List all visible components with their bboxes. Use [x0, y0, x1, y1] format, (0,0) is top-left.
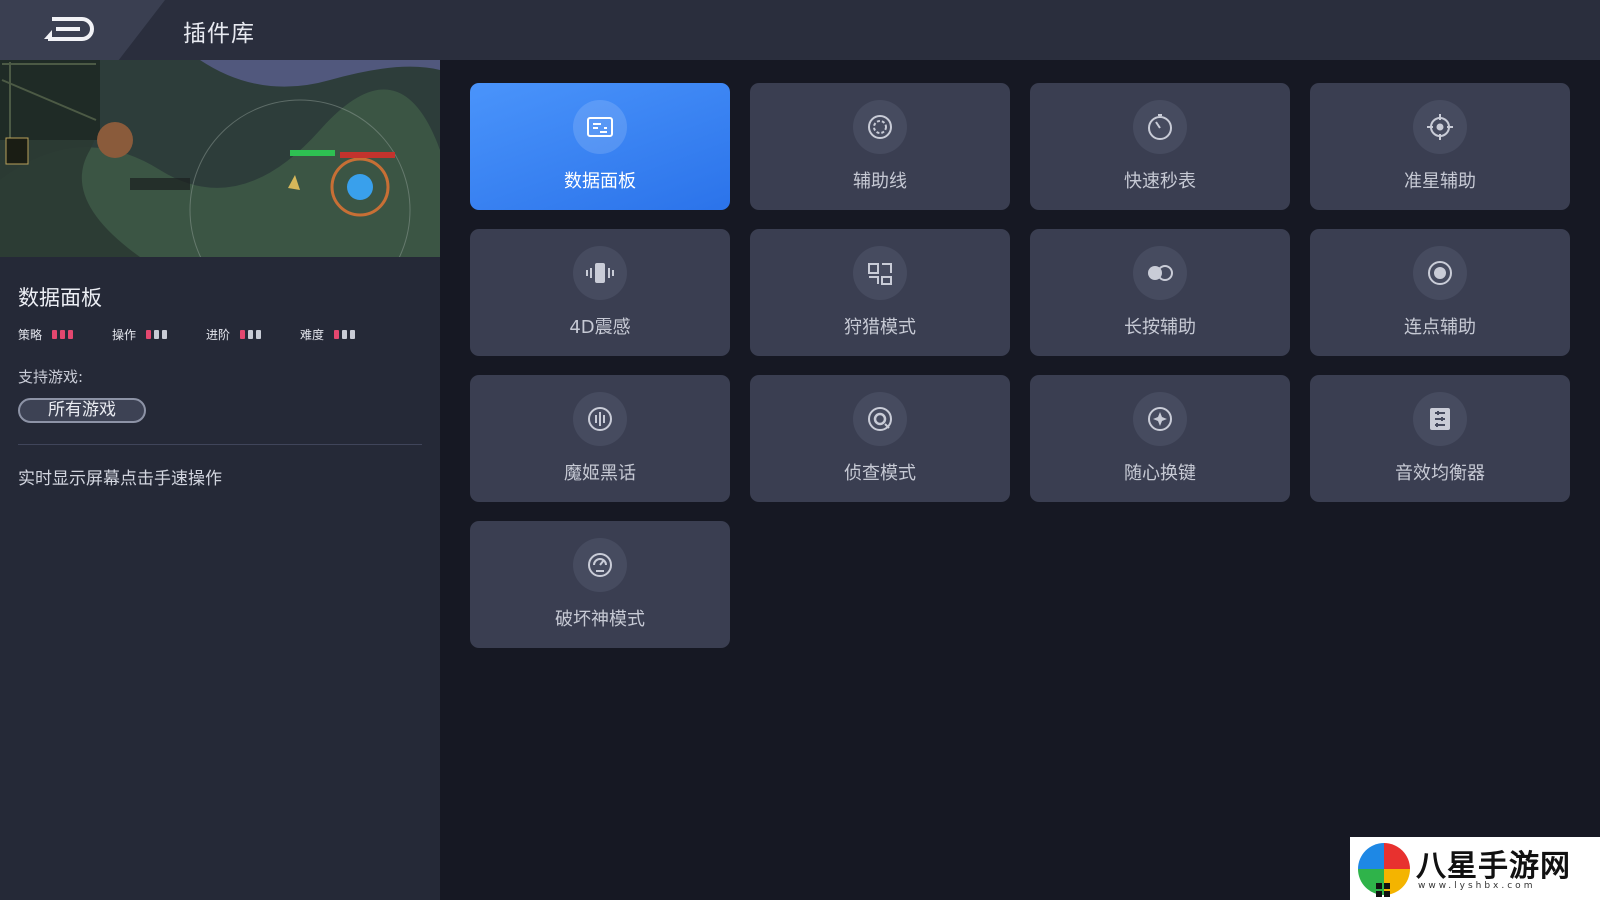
supported-game-chip[interactable]: 所有游戏 [18, 398, 146, 423]
back-arrow-icon [44, 17, 94, 41]
hunt-mode-icon [853, 246, 907, 300]
plugin-card-label: 辅助线 [853, 171, 907, 192]
plugin-card[interactable]: 破坏神模式 [470, 521, 730, 648]
plugin-card-label: 连点辅助 [1404, 317, 1476, 338]
rating-pip [342, 329, 348, 339]
rating-item: 难度 [300, 326, 358, 342]
rating-pip [240, 329, 246, 339]
rating-item: 策略 [18, 326, 76, 342]
top-bar: 插件库 [0, 0, 1600, 60]
destroyer-mode-icon [573, 538, 627, 592]
plugin-card-label: 魔姬黑话 [564, 463, 636, 484]
plugin-card-label: 狩猎模式 [844, 317, 916, 338]
plugin-card[interactable]: 连点辅助 [1310, 229, 1570, 356]
rating-label: 操作 [112, 327, 137, 342]
data-panel-icon [573, 100, 627, 154]
plugin-card[interactable]: 快速秒表 [1030, 83, 1290, 210]
plugin-description: 实时显示屏幕点击手速操作 [18, 469, 222, 489]
rating-pip [60, 329, 66, 339]
rating-pip [146, 329, 152, 339]
plugin-card-label: 随心换键 [1124, 463, 1196, 484]
rating-pip [350, 329, 356, 339]
plugin-card-label: 快速秒表 [1124, 171, 1196, 192]
plugin-card[interactable]: 音效均衡器 [1310, 375, 1570, 502]
plugin-card[interactable]: 魔姬黑话 [470, 375, 730, 502]
plugin-card-label: 破坏神模式 [555, 609, 645, 630]
plugin-card-label: 音效均衡器 [1395, 463, 1485, 484]
plugin-card[interactable]: 辅助线 [750, 83, 1010, 210]
equalizer-icon [1413, 392, 1467, 446]
divider [18, 444, 422, 445]
scout-mode-icon [853, 392, 907, 446]
plugin-detail-panel: 数据面板 策略 操作 进阶 难度 支持游戏: 所有游戏 实时显示屏幕点击手速操作 [0, 60, 440, 900]
rating-label: 难度 [300, 327, 325, 342]
plugin-name: 数据面板 [18, 286, 102, 310]
vibration-icon [573, 246, 627, 300]
rating-label: 策略 [18, 327, 43, 342]
support-games-label: 支持游戏: [18, 368, 84, 386]
rating-group: 策略 操作 进阶 难度 [18, 326, 438, 342]
page-title: 插件库 [183, 21, 255, 47]
voice-changer-icon [573, 392, 627, 446]
plugin-card[interactable]: 狩猎模式 [750, 229, 1010, 356]
plugin-card[interactable]: 侦查模式 [750, 375, 1010, 502]
guide-line-icon [853, 100, 907, 154]
rating-pip [334, 329, 340, 339]
rating-pip [52, 329, 58, 339]
back-button[interactable] [30, 10, 110, 50]
watermark-url: www.lyshbx.com [1418, 881, 1536, 891]
plugin-card[interactable]: 长按辅助 [1030, 229, 1290, 356]
plugin-card-label: 准星辅助 [1404, 171, 1476, 192]
key-remap-icon [1133, 392, 1187, 446]
crosshair-icon [1413, 100, 1467, 154]
rating-item: 进阶 [206, 326, 264, 342]
long-press-icon [1133, 246, 1187, 300]
auto-click-icon [1413, 246, 1467, 300]
rating-pip [248, 329, 254, 339]
watermark-logo: 八星手游网 www.lyshbx.com [1350, 837, 1600, 900]
stopwatch-icon [1133, 100, 1187, 154]
plugin-card-label: 数据面板 [564, 171, 636, 192]
rating-pip [162, 329, 168, 339]
plugin-card[interactable]: 数据面板 [470, 83, 730, 210]
watermark-text: 八星手游网 [1416, 849, 1571, 884]
watermark-emblem-icon [1358, 843, 1410, 897]
rating-pip [68, 329, 74, 339]
plugin-card-label: 4D震感 [569, 317, 631, 338]
plugin-card-label: 长按辅助 [1124, 317, 1196, 338]
rating-pip [256, 329, 262, 339]
plugin-card-label: 侦查模式 [844, 463, 916, 484]
rating-pip [154, 329, 160, 339]
rating-label: 进阶 [206, 327, 231, 342]
plugin-card[interactable]: 随心换键 [1030, 375, 1290, 502]
plugin-card[interactable]: 4D震感 [470, 229, 730, 356]
plugin-card[interactable]: 准星辅助 [1310, 83, 1570, 210]
rating-item: 操作 [112, 326, 170, 342]
plugin-preview-image [0, 60, 440, 257]
